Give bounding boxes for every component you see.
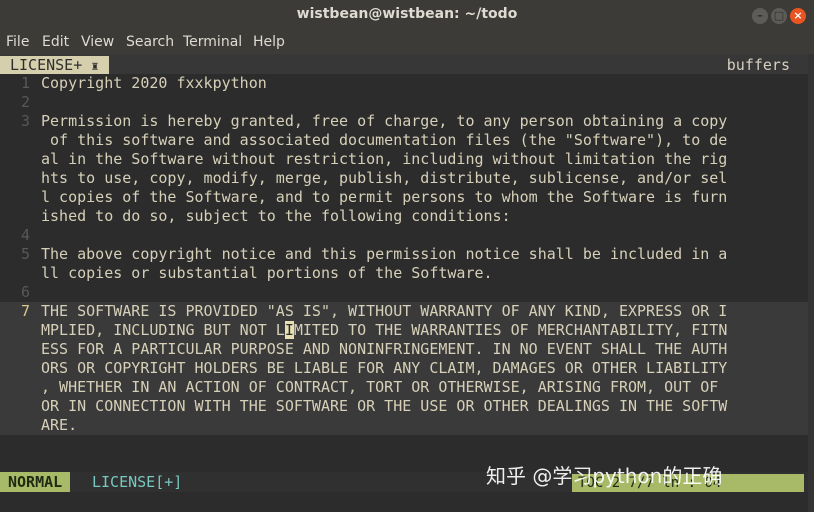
line-row: hts to use, copy, modify, merge, publish…: [0, 169, 808, 188]
line-text[interactable]: hts to use, copy, modify, merge, publish…: [41, 169, 727, 188]
watermark: 知乎 @学习python的正确: [486, 464, 723, 488]
active-buffer-tab[interactable]: LICENSE+ ♜: [0, 56, 109, 74]
line-row: al in the Software without restriction, …: [0, 150, 808, 169]
terminal-scrollbar[interactable]: [808, 54, 814, 512]
menu-terminal[interactable]: Terminal: [183, 34, 242, 50]
line-number: 5: [20, 245, 30, 263]
terminal-window: wistbean@wistbean: ~/todo – □ × File Edi…: [0, 0, 814, 512]
terminal-area[interactable]: LICENSE+ ♜ buffers 1 Copyright 2020 fxxkp…: [0, 54, 814, 512]
menu-view[interactable]: View: [81, 34, 114, 50]
line-text[interactable]: ARE.: [41, 416, 77, 435]
vim-tabline: LICENSE+ ♜ buffers: [0, 54, 808, 74]
line-text[interactable]: OR IN CONNECTION WITH THE SOFTWARE OR TH…: [41, 397, 727, 416]
line-text[interactable]: l copies of the Software, and to permit …: [41, 188, 727, 207]
line-row: 4: [0, 226, 808, 245]
current-line-number: 7: [20, 302, 30, 320]
buffers-label: buffers: [726, 56, 790, 74]
line-text[interactable]: al in the Software without restriction, …: [41, 150, 727, 169]
mode-indicator: NORMAL: [0, 472, 71, 492]
editor-buffer[interactable]: 1 Copyright 2020 fxxkpython 2 3 Permission…: [0, 74, 808, 472]
line-text[interactable]: , WHETHER IN AN ACTION OF CONTRACT, TORT…: [41, 378, 718, 397]
line-text[interactable]: The above copyright notice and this perm…: [41, 245, 727, 264]
line-row: ished to do so, subject to the following…: [0, 207, 808, 226]
text-after-cursor: MITED TO THE WARRANTIES OF MERCHANTABILI…: [293, 321, 728, 339]
line-number: 1: [20, 74, 30, 92]
close-icon[interactable]: ×: [790, 8, 806, 24]
line-row: 5 The above copyright notice and this per…: [0, 245, 808, 264]
line-text[interactable]: ORS OR COPYRIGHT HOLDERS BE LIABLE FOR A…: [41, 359, 727, 378]
status-filename: LICENSE[+]: [92, 473, 183, 491]
cursor-line-block: 7 THE SOFTWARE IS PROVIDED "AS IS", WITH…: [0, 302, 808, 435]
line-text[interactable]: ESS FOR A PARTICULAR PURPOSE AND NONINFR…: [41, 340, 727, 359]
line-text[interactable]: ll copies or substantial portions of the…: [41, 264, 493, 283]
line-row: of this software and associated document…: [0, 131, 808, 150]
line-row: 2: [0, 93, 808, 112]
menu-bar: File Edit View Search Terminal Help: [0, 30, 814, 54]
menu-search[interactable]: Search: [126, 34, 174, 50]
line-number: 4: [20, 226, 30, 244]
line-text[interactable]: THE SOFTWARE IS PROVIDED "AS IS", WITHOU…: [41, 302, 727, 321]
cursor-line-text[interactable]: MPLIED, INCLUDING BUT NOT LIMITED TO THE…: [41, 321, 727, 340]
line-row: l copies of the Software, and to permit …: [0, 188, 808, 207]
line-number: 6: [20, 283, 30, 301]
line-text[interactable]: Permission is hereby granted, free of ch…: [41, 112, 727, 131]
line-text[interactable]: of this software and associated document…: [41, 131, 727, 150]
minimize-icon[interactable]: –: [752, 8, 768, 24]
menu-help[interactable]: Help: [253, 34, 285, 50]
window-title: wistbean@wistbean: ~/todo: [296, 6, 518, 22]
line-number: 3: [20, 112, 30, 130]
title-bar[interactable]: wistbean@wistbean: ~/todo – □ ×: [0, 0, 814, 30]
line-row: 3 Permission is hereby granted, free of c…: [0, 112, 808, 131]
text-before-cursor: MPLIED, INCLUDING BUT NOT L: [41, 321, 285, 339]
line-text[interactable]: Copyright 2020 fxxkpython: [41, 74, 267, 93]
menu-file[interactable]: File: [6, 34, 29, 50]
line-row: 1 Copyright 2020 fxxkpython: [0, 74, 808, 93]
menu-edit[interactable]: Edit: [42, 34, 69, 50]
text-cursor: I: [284, 321, 294, 339]
line-row: 6: [0, 283, 808, 302]
person-icon: ♜: [91, 59, 99, 73]
line-number: 2: [20, 93, 30, 111]
active-buffer-tab-label: LICENSE+: [10, 56, 83, 74]
line-row: ll copies or substantial portions of the…: [0, 264, 808, 283]
maximize-icon[interactable]: □: [771, 8, 787, 24]
line-text[interactable]: ished to do so, subject to the following…: [41, 207, 511, 226]
